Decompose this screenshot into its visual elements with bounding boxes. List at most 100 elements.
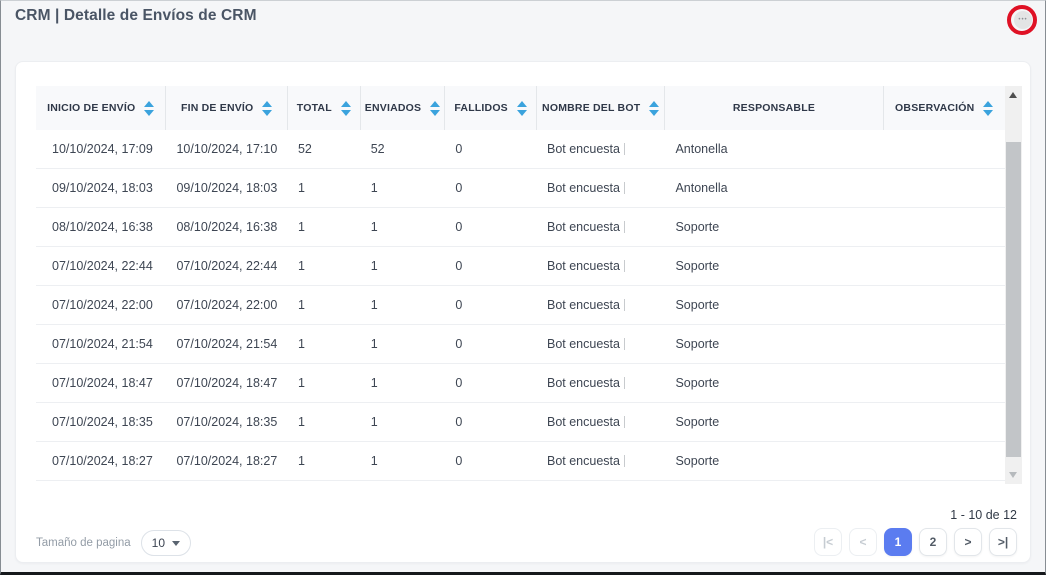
table-row: 09/10/2024, 18:0309/10/2024, 18:03110Bot…: [36, 169, 1005, 208]
cell-enviados: 52: [361, 130, 446, 168]
page-title: CRM | Detalle de Envíos de CRM: [15, 7, 257, 25]
scrollbar-thumb[interactable]: [1006, 142, 1021, 457]
cell-enviados: 1: [361, 403, 446, 441]
cell-fallidos: 0: [445, 442, 537, 480]
cell-total: 1: [288, 208, 361, 246]
sort-icon: [983, 101, 993, 116]
column-header-nombre-del-bot[interactable]: NOMBRE DEL BOT: [537, 86, 665, 130]
cell-fallidos: 0: [445, 403, 537, 441]
cell-total: 1: [288, 247, 361, 285]
cell-fin-de-envio: 08/10/2024, 16:38: [166, 208, 288, 246]
cell-responsable: Antonella: [665, 169, 883, 207]
cell-text: 1: [298, 376, 305, 390]
sort-icon: [649, 101, 659, 116]
cell-text: 1: [298, 415, 305, 429]
cell-text: 1: [298, 337, 305, 351]
menu-button[interactable]: •••: [1014, 11, 1032, 29]
cell-responsable: Soporte: [665, 208, 883, 246]
cell-text: 52: [371, 142, 385, 156]
cell-text: 1: [371, 415, 378, 429]
cell-text: Soporte: [675, 220, 719, 234]
cell-text: 07/10/2024, 18:27: [52, 454, 153, 468]
sort-icon: [341, 101, 351, 116]
table-row: 07/10/2024, 18:2707/10/2024, 18:27110Bot…: [36, 442, 1005, 481]
cell-text: 0: [455, 298, 462, 312]
prev-page-button[interactable]: <: [849, 528, 877, 556]
cell-text: 07/10/2024, 22:00: [176, 298, 277, 312]
next-page-button[interactable]: >: [954, 528, 982, 556]
cell-total: 1: [288, 286, 361, 324]
cell-total: 1: [288, 169, 361, 207]
cell-total: 1: [288, 364, 361, 402]
sort-icon: [144, 101, 154, 116]
cell-fallidos: 0: [445, 325, 537, 363]
table-row: 10/10/2024, 17:0910/10/2024, 17:1052520B…: [36, 130, 1005, 169]
vertical-scrollbar[interactable]: [1005, 86, 1022, 484]
cell-nombre-del-bot: Bot encuesta: [537, 403, 665, 441]
column-label: RESPONSABLE: [733, 102, 815, 114]
column-header-fallidos[interactable]: FALLIDOS: [445, 86, 537, 130]
page-button-2[interactable]: 2: [919, 528, 947, 556]
cell-fallidos: 0: [445, 169, 537, 207]
cell-text: 52: [298, 142, 312, 156]
cell-text: 1: [371, 181, 378, 195]
column-label: NOMBRE DEL BOT: [542, 102, 640, 114]
cell-fin-de-envio: 07/10/2024, 22:44: [166, 247, 288, 285]
column-label: FALLIDOS: [454, 102, 508, 114]
cell-text: 07/10/2024, 18:35: [52, 415, 153, 429]
cell-text: 07/10/2024, 21:54: [52, 337, 153, 351]
column-header-total[interactable]: TOTAL: [288, 86, 361, 130]
cell-observacion: [884, 364, 1006, 402]
cell-text: 07/10/2024, 18:27: [176, 454, 277, 468]
cell-inicio-de-envio: 08/10/2024, 16:38: [36, 208, 166, 246]
cell-text: Soporte: [675, 337, 719, 351]
last-page-button[interactable]: >|: [989, 528, 1017, 556]
cell-observacion: [884, 247, 1006, 285]
cell-text: 07/10/2024, 22:44: [176, 259, 277, 273]
cell-text: Bot encuesta: [547, 220, 625, 234]
cell-fallidos: 0: [445, 364, 537, 402]
cell-text: 1: [298, 181, 305, 195]
scroll-down-icon[interactable]: [1009, 472, 1017, 478]
cell-fallidos: 0: [445, 247, 537, 285]
sort-icon: [262, 101, 272, 116]
table-row: 07/10/2024, 22:0007/10/2024, 22:00110Bot…: [36, 286, 1005, 325]
column-header-fin-de-envio[interactable]: FIN DE ENVÍO: [166, 86, 288, 130]
table-row: 07/10/2024, 18:4707/10/2024, 18:47110Bot…: [36, 364, 1005, 403]
cell-text: Bot encuesta: [547, 454, 625, 468]
cell-text: 08/10/2024, 16:38: [52, 220, 153, 234]
cell-fin-de-envio: 07/10/2024, 22:00: [166, 286, 288, 324]
cell-fin-de-envio: 10/10/2024, 17:10: [166, 130, 288, 168]
cell-responsable: Soporte: [665, 286, 883, 324]
chevron-down-icon: [172, 541, 180, 546]
page-size-control: Tamaño de pagina 10: [36, 530, 191, 556]
cell-inicio-de-envio: 07/10/2024, 18:27: [36, 442, 166, 480]
cell-text: Soporte: [675, 259, 719, 273]
cell-total: 1: [288, 403, 361, 441]
cell-text: 0: [455, 376, 462, 390]
cell-text: 1: [298, 298, 305, 312]
page-number-buttons: 12: [884, 528, 947, 556]
column-header-observacion[interactable]: OBSERVACIÓN: [884, 86, 1006, 130]
cell-inicio-de-envio: 07/10/2024, 22:00: [36, 286, 166, 324]
cell-text: Bot encuesta: [547, 181, 625, 195]
cell-text: Soporte: [675, 298, 719, 312]
first-page-button[interactable]: |<: [814, 528, 842, 556]
table-row: 07/10/2024, 22:4407/10/2024, 22:44110Bot…: [36, 247, 1005, 286]
cell-nombre-del-bot: Bot encuesta: [537, 364, 665, 402]
column-header-enviados[interactable]: ENVIADOS: [361, 86, 446, 130]
cell-text: Antonella: [675, 142, 727, 156]
pagination-controls: |< < 12 > >|: [814, 528, 1017, 556]
cell-inicio-de-envio: 07/10/2024, 22:44: [36, 247, 166, 285]
cell-total: 52: [288, 130, 361, 168]
cell-text: 1: [298, 220, 305, 234]
page-button-1[interactable]: 1: [884, 528, 912, 556]
cell-responsable: Soporte: [665, 364, 883, 402]
page-size-select[interactable]: 10: [141, 530, 191, 556]
table-row: 07/10/2024, 18:3507/10/2024, 18:35110Bot…: [36, 403, 1005, 442]
column-header-responsable: RESPONSABLE: [665, 86, 883, 130]
column-label: FIN DE ENVÍO: [181, 102, 253, 114]
cell-text: Soporte: [675, 415, 719, 429]
scroll-up-icon[interactable]: [1009, 92, 1017, 98]
column-header-inicio-de-envio[interactable]: INICIO DE ENVÍO: [36, 86, 166, 130]
